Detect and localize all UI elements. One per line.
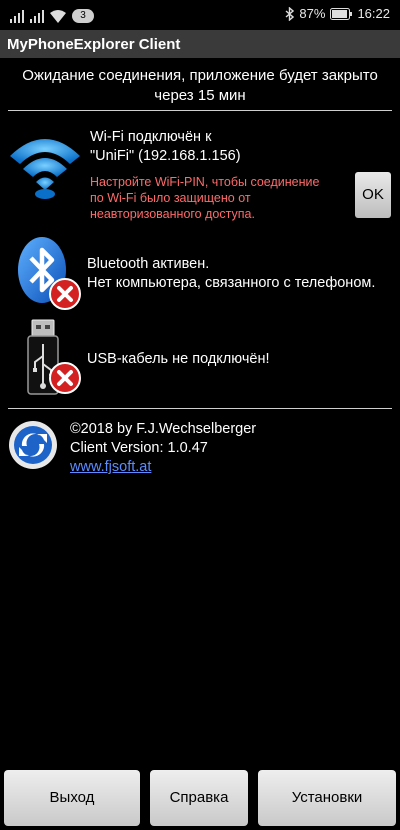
warning-line-3: неавторизованного доступа. [90,207,255,221]
signal-icon [30,9,44,23]
battery-percent: 87% [299,6,326,21]
warning-line-2: по Wi-Fi было защищено от [90,191,251,205]
wifi-icon [50,9,66,23]
help-button[interactable]: Справка [150,770,248,826]
status-line-2: через 15 мин [154,87,246,104]
warning-line-1: Настройте WiFi-PIN, чтобы соединение [90,175,320,189]
battery-icon [330,7,353,20]
wifi-line-2: "UniFi" (192.168.1.156) [90,148,241,164]
clock: 16:22 [357,6,390,21]
divider [8,408,392,409]
divider [8,110,392,111]
app-title: MyPhoneExplorer Client [7,36,181,53]
connection-status-message: Ожидание соединения, приложение будет за… [0,66,400,106]
copyright-text: ©2018 by F.J.Wechselberger [70,421,257,437]
bottom-button-bar: Выход Справка Установки [0,768,400,830]
website-link[interactable]: www.fjsoft.at [70,459,151,475]
wifi-pin-warning: Настройте WiFi-PIN, чтобы соединение по … [90,174,319,222]
app-title-bar: MyPhoneExplorer Client [0,30,400,58]
about-text: ©2018 by F.J.Wechselberger Client Versio… [70,420,256,477]
bluetooth-line-2: Нет компьютера, связанного с телефоном. [87,275,376,291]
status-bar: 3 87% 16:22 [0,0,400,30]
bluetooth-line-1: Bluetooth активен. [87,256,210,272]
ok-button[interactable]: OK [355,172,391,218]
wifi-line-1: Wi-Fi подключён к [90,129,212,145]
usb-status-text: USB-кабель не подключён! [87,351,270,367]
wifi-icon [10,139,80,199]
client-version: Client Version: 1.0.47 [70,440,208,456]
notification-count-badge: 3 [72,9,94,23]
exit-button[interactable]: Выход [4,770,140,826]
error-icon [49,278,81,310]
bluetooth-status-text: Bluetooth активен. Нет компьютера, связа… [87,255,375,293]
signal-icon [10,9,24,23]
status-line-1: Ожидание соединения, приложение будет за… [22,67,378,84]
error-icon [49,362,81,394]
app-logo-icon [9,421,57,469]
bluetooth-icon [285,6,295,21]
settings-button[interactable]: Установки [258,770,396,826]
wifi-status-text: Wi-Fi подключён к "UniFi" (192.168.1.156… [90,128,241,166]
